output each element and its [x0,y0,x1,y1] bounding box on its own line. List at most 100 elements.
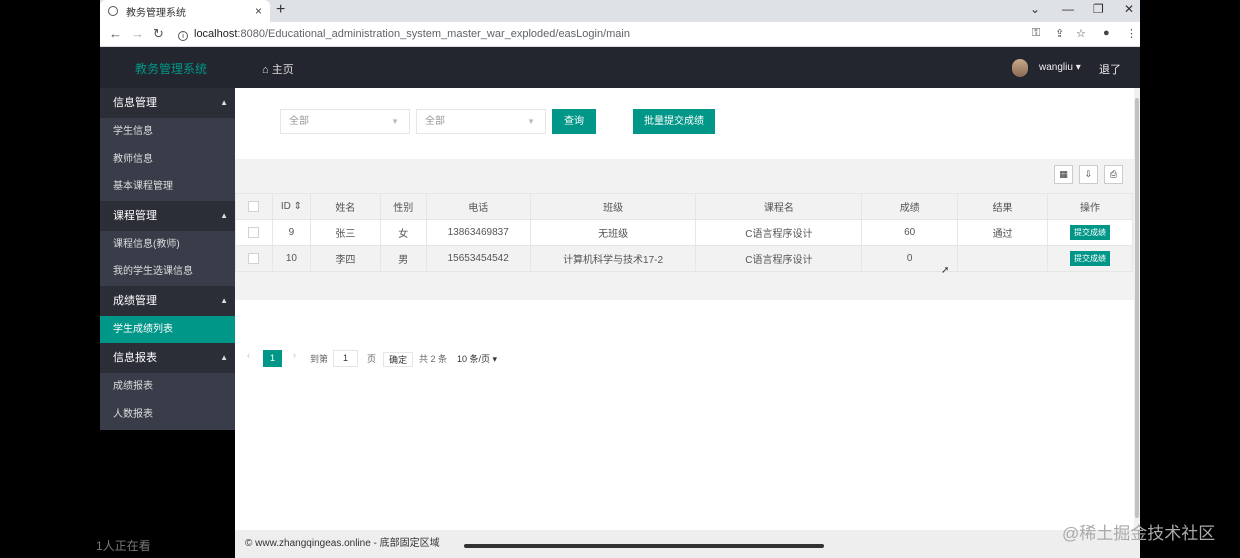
reload-icon[interactable]: ↻ [153,26,164,42]
cell-score: 60 [861,219,959,246]
cell-result: 通过 [957,219,1049,246]
favicon-icon [108,6,118,16]
scrollbar-thumb[interactable] [1135,98,1139,518]
submit-score-button[interactable]: 提交成绩 [1070,251,1110,266]
cell-action: 提交成绩 [1047,245,1133,272]
page-1-button[interactable]: 1 [263,350,282,367]
home-link[interactable]: ⌂ 主页 [262,61,294,77]
sidebar-group-label: 信息报表 [113,352,157,364]
sidebar-item-score-report[interactable]: 成绩报表 [100,373,235,401]
sidebar-item-course-info[interactable]: 课程信息(教师) [100,231,235,259]
cell-id: 9 [271,219,311,246]
horizontal-scrollbar[interactable] [464,544,824,548]
sidebar-item-courses-basic[interactable]: 基本课程管理 [100,173,235,201]
checkbox[interactable] [248,200,260,212]
sidebar: 信息管理 ▲ 学生信息 教师信息 基本课程管理 课程管理 ▲ 课程信息(教师) 我的… [100,88,235,430]
minimize-icon[interactable]: — [1062,2,1074,16]
app-header: 教务管理系统 ⌂ 主页 wangliu ▾ 退了 [100,47,1140,88]
page-size-select[interactable]: 10 条/页 ▾ [457,352,497,365]
table-header-row: ID ⇕ 姓名 性别 电话 班级 课程名 成绩 结果 操作 [235,193,1133,220]
cell-id: 10 [271,245,311,272]
filter-select-2[interactable]: 全部 ▼ [416,109,546,134]
address-bar: ← → ↻ i localhost:8080/Educational_admini… [100,22,1140,47]
batch-submit-button[interactable]: 批量提交成绩 [633,109,715,134]
sidebar-item-my-students[interactable]: 我的学生选课信息 [100,258,235,286]
cell-name: 张三 [309,219,381,246]
forward-icon[interactable]: → [131,26,144,41]
query-button[interactable]: 查询 [552,109,596,134]
info-icon[interactable]: i [178,31,188,41]
cell-result [957,245,1049,272]
tab-bar: 教务管理系统 × + ⌄ — ❐ ✕ [100,0,1140,22]
restore-icon[interactable]: ❐ [1093,2,1104,16]
cell-course: C语言程序设计 [695,245,863,272]
browser-tab[interactable]: 教务管理系统 × [100,0,270,22]
dropdown-arrow-icon: ▼ [527,117,535,126]
row-checkbox-cell[interactable] [235,219,273,246]
caret-up-icon: ▲ [220,98,228,107]
submit-score-button[interactable]: 提交成绩 [1070,225,1110,240]
col-name: 姓名 [309,193,381,220]
sidebar-item-students[interactable]: 学生信息 [100,118,235,146]
col-score: 成绩 [861,193,959,220]
table-container: ▦ ⇩ ⎙ ID ⇕ 姓名 性别 电话 班级 课程名 成绩 结果 操作 9 张三… [235,159,1135,371]
sidebar-item-count-report[interactable]: 人数报表 [100,401,235,429]
main-content: 全部 ▼ 全部 ▼ 查询 批量提交成绩 ▦ ⇩ ⎙ ID ⇕ 姓名 性别 电话 班级… [235,88,1140,558]
tab-search-icon[interactable]: ⌄ [1030,2,1040,16]
share-icon[interactable]: ⇪ [1055,27,1064,40]
logout-link[interactable]: 退了 [1099,61,1121,77]
goto-page-input[interactable]: 1 [333,350,358,367]
goto-label: 到第 [310,354,329,364]
browser-window: 教务管理系统 × + ⌄ — ❐ ✕ ← → ↻ i localhost:8080… [100,0,1140,558]
cell-gender: 男 [379,245,427,272]
tab-close-icon[interactable]: × [255,4,262,18]
dropdown-arrow-icon: ▼ [391,117,399,126]
user-menu[interactable]: wangliu ▾ [1039,62,1081,73]
filter-select-1[interactable]: 全部 ▼ [280,109,410,134]
columns-icon[interactable]: ▦ [1054,165,1073,184]
sidebar-item-score-list[interactable]: 学生成绩列表 [100,315,235,343]
avatar[interactable] [1012,59,1028,77]
url-host: localhost [194,28,238,40]
sidebar-group-score[interactable]: 成绩管理 ▲ [100,285,235,316]
caret-up-icon: ▲ [220,210,228,220]
sidebar-group-label: 课程管理 [113,209,157,222]
page-unit-label: 页 [367,354,377,364]
export-icon[interactable]: ⇩ [1079,165,1098,184]
mouse-cursor-icon: ➚ [941,265,950,276]
bookmark-star-icon[interactable]: ☆ [1076,27,1086,40]
select-all-checkbox-cell[interactable] [235,193,273,220]
select-value: 全部 [425,116,445,127]
col-id[interactable]: ID ⇕ [271,193,311,220]
col-gender: 性别 [379,193,427,220]
sidebar-group-label: 成绩管理 [113,294,157,307]
prev-page-icon[interactable]: ‹ [247,350,250,360]
checkbox[interactable] [248,226,260,238]
close-window-icon[interactable]: ✕ [1124,2,1134,16]
sidebar-group-info[interactable]: 信息管理 ▲ [100,88,235,118]
app-logo[interactable]: 教务管理系统 [135,60,207,77]
table-row: 10 李四 男 15653454542 计算机科学与技术17-2 C语言程序设计… [235,245,1133,272]
print-icon[interactable]: ⎙ [1104,165,1123,184]
menu-dots-icon[interactable]: ⋮ [1126,27,1137,40]
checkbox[interactable] [248,252,260,264]
select-value: 全部 [289,116,309,127]
profile-icon[interactable]: ● [1103,27,1110,39]
cell-course: C语言程序设计 [695,219,863,246]
url-field[interactable]: i localhost:8080/Educational_administrati… [178,26,1028,43]
sidebar-group-course[interactable]: 课程管理 ▲ [100,200,235,231]
sidebar-item-teachers[interactable]: 教师信息 [100,146,235,174]
back-icon[interactable]: ← [109,26,122,41]
new-tab-button[interactable]: + [276,1,285,19]
next-page-icon[interactable]: › [293,350,296,360]
tab-title: 教务管理系统 [126,7,186,19]
sidebar-group-report[interactable]: 信息报表 ▲ [100,343,235,373]
watermark: @稀土掘金技术社区 [1062,524,1216,543]
col-class: 班级 [529,193,697,220]
key-icon[interactable]: ⚿ [1032,27,1040,40]
pagination: ‹ 1 › 到第 1 页 确定 共 2 条 10 条/页 ▾ [235,346,1135,371]
row-checkbox-cell[interactable] [235,245,273,272]
cell-phone: 13863469837 [425,219,531,246]
col-course: 课程名 [695,193,863,220]
goto-confirm-button[interactable]: 确定 [383,352,414,367]
